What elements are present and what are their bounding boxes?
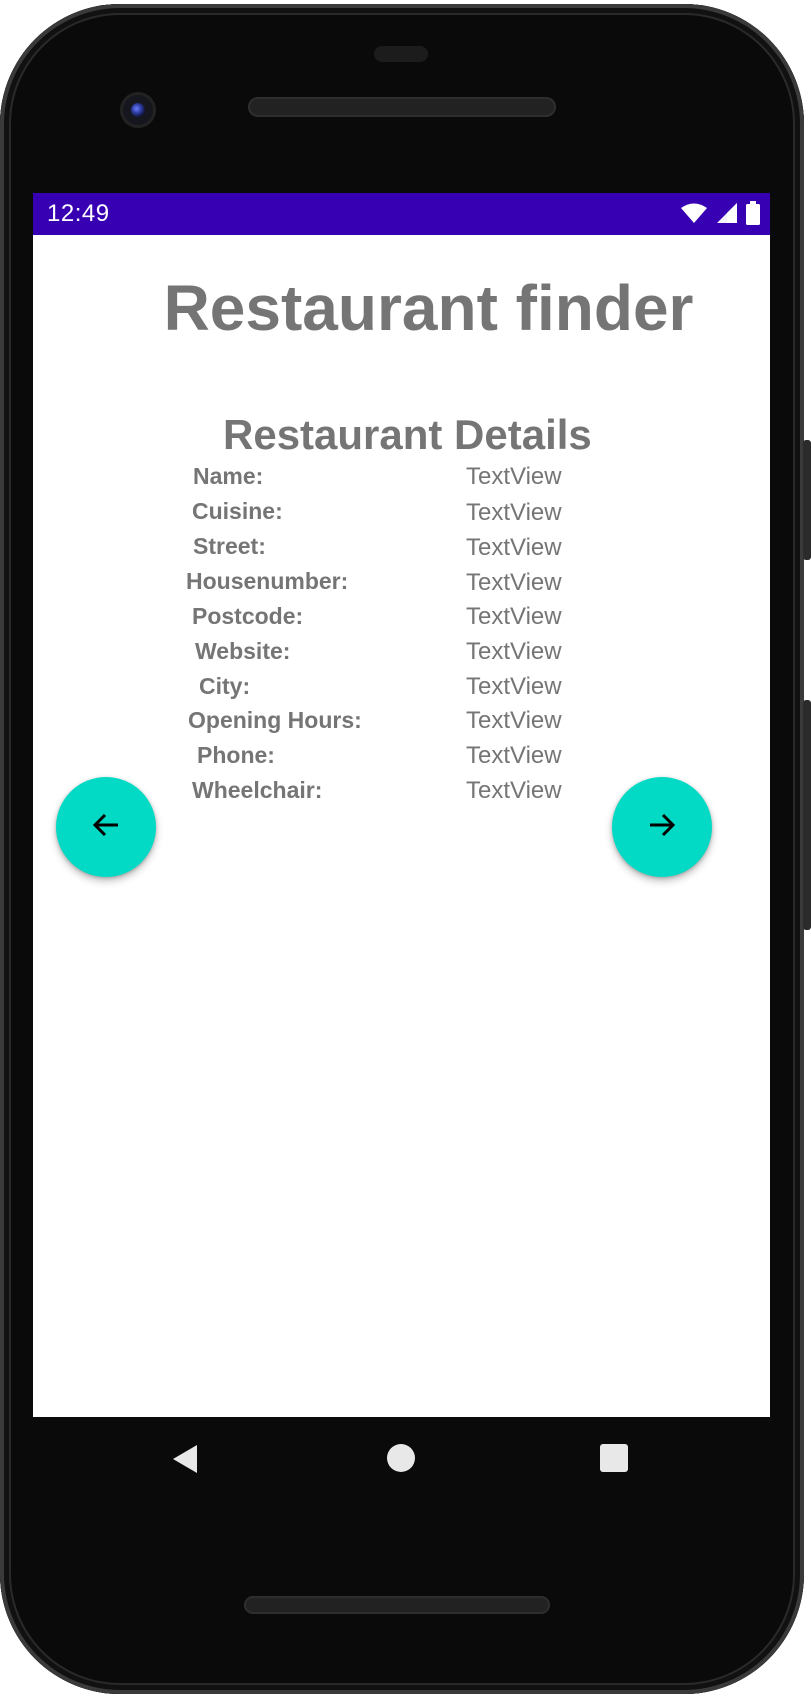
top-speaker	[248, 97, 556, 117]
value-website: TextView	[466, 638, 562, 665]
label-street: Street:	[193, 533, 266, 559]
value-cuisine: TextView	[466, 499, 562, 526]
previous-restaurant-button[interactable]	[56, 777, 156, 877]
value-street: TextView	[466, 534, 562, 561]
label-website: Website:	[195, 638, 291, 664]
label-city: City:	[199, 673, 251, 699]
status-bar: 12:49	[33, 193, 770, 235]
status-time: 12:49	[47, 200, 110, 227]
battery-icon	[746, 201, 760, 225]
status-icons	[680, 201, 760, 225]
arrow-forward-icon	[646, 809, 678, 846]
nav-home-icon[interactable]	[386, 1443, 416, 1478]
value-city: TextView	[466, 673, 562, 700]
value-name: TextView	[466, 463, 562, 490]
label-name: Name:	[193, 463, 264, 489]
value-wheelchair: TextView	[466, 777, 562, 804]
label-housenumber: Housenumber:	[186, 568, 349, 594]
value-housenumber: TextView	[466, 569, 562, 596]
label-wheelchair: Wheelchair:	[192, 777, 323, 803]
arrow-back-icon	[90, 809, 122, 846]
front-camera	[120, 92, 156, 128]
label-cuisine: Cuisine:	[192, 498, 283, 524]
power-button[interactable]	[803, 440, 811, 560]
value-postcode: TextView	[466, 603, 562, 630]
cellular-signal-icon	[716, 202, 738, 224]
label-postcode: Postcode:	[192, 603, 304, 629]
bottom-speaker	[244, 1596, 550, 1614]
page-title: Restaurant finder	[163, 272, 694, 344]
next-restaurant-button[interactable]	[612, 777, 712, 877]
value-opening-hours: TextView	[466, 707, 562, 734]
nav-back-icon[interactable]	[171, 1443, 201, 1480]
volume-button[interactable]	[803, 700, 811, 930]
label-opening-hours: Opening Hours:	[188, 707, 362, 733]
navigation-bar	[33, 1417, 770, 1507]
wifi-icon	[680, 202, 708, 224]
nav-recents-icon[interactable]	[599, 1443, 629, 1478]
label-phone: Phone:	[197, 742, 275, 768]
value-phone: TextView	[466, 742, 562, 769]
sensor	[374, 46, 428, 62]
app-screen: 12:49 Restaurant finder Restaurant Detai…	[33, 193, 770, 1417]
section-title: Restaurant Details	[223, 411, 592, 458]
